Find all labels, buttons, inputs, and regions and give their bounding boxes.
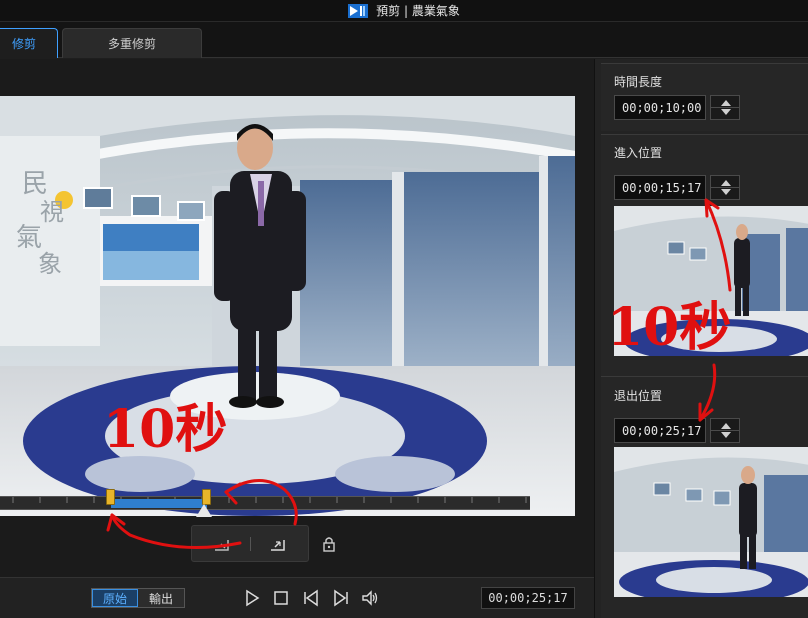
play-icon[interactable] — [242, 588, 262, 608]
mark-in-spinner[interactable] — [710, 175, 740, 200]
trim-settings-panel: 時間長度 00;00;10;00 進入位置 00;00;15;17 退出位置 0… — [594, 59, 808, 618]
playhead[interactable] — [196, 504, 212, 517]
output-button[interactable]: 輸出 — [138, 589, 184, 607]
spin-up-icon[interactable] — [721, 100, 731, 106]
app-logo-icon — [348, 3, 369, 18]
spin-down-icon[interactable] — [721, 189, 731, 195]
mark-buttons-group — [191, 525, 309, 562]
selected-range — [111, 499, 207, 508]
window-title: 預剪 | 農業氣象 — [376, 4, 460, 18]
mark-out-icon[interactable] — [268, 534, 288, 554]
mark-in-thumbnail — [614, 206, 808, 356]
spin-divider — [711, 430, 739, 431]
mark-out-label: 退出位置 — [614, 389, 663, 403]
logo-char: 氣 — [16, 223, 42, 253]
mark-in-icon[interactable] — [212, 534, 232, 554]
tab-trim[interactable]: 修剪 — [0, 28, 58, 58]
spin-divider — [711, 187, 739, 188]
mark-out-field[interactable]: 00;00;25;17 — [614, 418, 706, 443]
stop-icon[interactable] — [271, 588, 291, 608]
original-button[interactable]: 原始 — [92, 589, 138, 607]
studio-frame: 民 視 氣 象 — [0, 96, 575, 516]
spin-divider — [711, 107, 739, 108]
timeline-ticks — [12, 497, 527, 503]
trim-timeline[interactable] — [0, 496, 530, 510]
tab-bar: 修剪 多重修剪 — [0, 22, 808, 58]
preview-pane: 民 視 氣 象 — [0, 59, 594, 618]
trim-window: 預剪 | 農業氣象 修剪 多重修剪 民 視 氣 象 原始 輸出 00;00;25… — [0, 0, 808, 618]
spin-down-icon[interactable] — [721, 109, 731, 115]
spin-down-icon[interactable] — [721, 432, 731, 438]
logo-char: 視 — [40, 198, 64, 226]
spin-up-icon[interactable] — [721, 423, 731, 429]
mark-out-handle[interactable] — [202, 489, 211, 505]
logo-char: 象 — [38, 250, 62, 278]
current-timecode: 00;00;25;17 — [481, 587, 575, 609]
view-mode-toggle: 原始 輸出 — [91, 588, 185, 608]
video-preview[interactable]: 民 視 氣 象 — [0, 96, 575, 516]
mark-out-spinner[interactable] — [710, 418, 740, 443]
mark-in-label: 進入位置 — [614, 146, 663, 160]
mark-in-field[interactable]: 00;00;15;17 — [614, 175, 706, 200]
mark-in-handle[interactable] — [106, 489, 115, 505]
mark-out-thumbnail — [614, 447, 808, 597]
volume-icon[interactable] — [360, 588, 380, 608]
duration-spinner[interactable] — [710, 95, 740, 120]
title-bar: 預剪 | 農業氣象 — [0, 0, 808, 22]
playback-controls: 原始 輸出 00;00;25;17 — [0, 577, 594, 618]
duration-label: 時間長度 — [614, 75, 663, 89]
lock-icon[interactable] — [321, 536, 337, 552]
divider — [250, 537, 251, 551]
previous-frame-icon[interactable] — [301, 588, 321, 608]
tab-multi-trim[interactable]: 多重修剪 — [62, 28, 202, 58]
spin-up-icon[interactable] — [721, 180, 731, 186]
logo-char: 民 — [22, 169, 48, 199]
next-frame-icon[interactable] — [331, 588, 351, 608]
duration-field[interactable]: 00;00;10;00 — [614, 95, 706, 120]
